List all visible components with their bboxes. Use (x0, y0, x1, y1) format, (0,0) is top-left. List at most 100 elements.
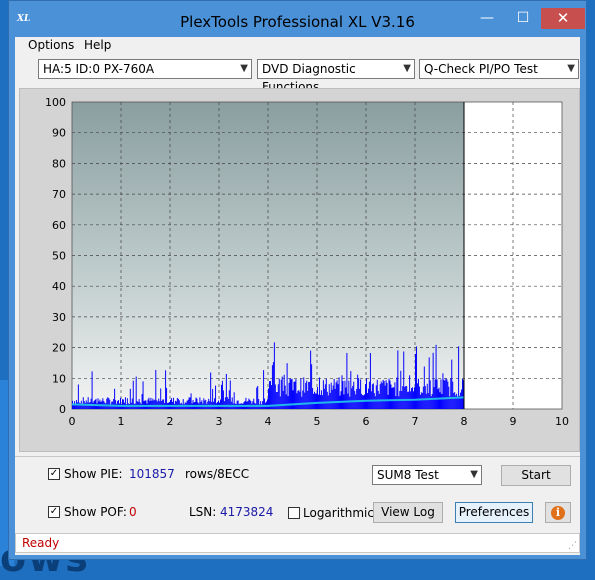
pie-bar (360, 379, 362, 409)
pie-bar (279, 396, 281, 409)
pie-bar (405, 386, 407, 409)
pie-bar (249, 399, 251, 409)
y-tick-label: 0 (59, 403, 66, 416)
status-bar: Ready ⋰ (15, 533, 580, 553)
pie-bar (443, 379, 445, 409)
pie-bar (302, 390, 304, 409)
menu-bar: Options Help (15, 37, 580, 55)
pie-bar (231, 397, 233, 409)
pie-bar (142, 381, 144, 409)
pie-bar (287, 396, 289, 409)
pie-bar (326, 391, 328, 409)
y-tick-label: 70 (52, 188, 66, 201)
pie-bar (330, 382, 332, 409)
pie-bar (182, 399, 184, 409)
info-icon: i (551, 506, 565, 520)
resize-grip-icon[interactable]: ⋰ (568, 541, 577, 551)
status-text: Ready (22, 536, 60, 550)
view-log-button[interactable]: View Log (373, 502, 443, 523)
info-button[interactable]: i (545, 502, 571, 523)
pie-unit: rows/8ECC (185, 467, 250, 481)
pie-bar (153, 400, 155, 409)
pie-bar (162, 399, 164, 409)
pie-bar (447, 381, 449, 409)
drive-select[interactable]: HA:5 ID:0 PX-760A ▼ (38, 59, 252, 79)
title-bar[interactable]: XL PlexTools Professional XL V3.16 — ☐ ✕ (9, 1, 586, 37)
logarithmic-checkbox[interactable] (288, 507, 300, 519)
pie-bar (452, 381, 454, 409)
pie-bar (205, 399, 207, 409)
pie-bar (196, 398, 198, 409)
pie-bar (358, 378, 360, 409)
show-pie-checkbox[interactable]: ✓ (48, 468, 60, 480)
pie-bar (229, 380, 231, 409)
pie-bar (204, 400, 206, 409)
pie-bar (90, 398, 92, 409)
menu-options[interactable]: Options (28, 38, 74, 52)
sum-test-select[interactable]: SUM8 Test ▼ (372, 465, 482, 485)
pie-bar (441, 393, 443, 409)
pie-bar (107, 397, 109, 409)
pie-bar (340, 391, 342, 409)
pie-bar (172, 397, 174, 409)
minimize-button[interactable]: — (473, 8, 501, 29)
start-button[interactable]: Start (501, 465, 571, 486)
function-select[interactable]: DVD Diagnostic Functions ▼ (257, 59, 415, 94)
pie-bar (151, 400, 153, 409)
pie-bar (436, 379, 438, 409)
pie-bar (76, 402, 78, 409)
pie-bar (329, 392, 331, 409)
pie-bar (227, 398, 229, 409)
pie-bar (253, 398, 255, 409)
pie-bar (389, 380, 391, 409)
pie-bar (158, 398, 160, 409)
lsn-label: LSN: (189, 505, 217, 519)
pie-bar (145, 400, 147, 409)
pie-bar (109, 399, 111, 409)
pie-bar (224, 397, 226, 409)
pie-bar (412, 387, 414, 409)
pie-bar (189, 397, 191, 409)
close-button[interactable]: ✕ (541, 8, 585, 29)
pie-bar (395, 396, 397, 409)
pie-bar (195, 397, 197, 409)
pie-bar (245, 397, 247, 409)
maximize-button[interactable]: ☐ (509, 8, 537, 29)
pie-bar (391, 387, 393, 409)
pie-bar (91, 371, 93, 409)
show-poe-label: Show POF: (64, 505, 127, 519)
client-area: Options Help HA:5 ID:0 PX-760A ▼ DVD Dia… (15, 37, 580, 555)
y-axis-ticks: 0 10 20 30 40 50 60 70 80 90 100 (45, 96, 66, 416)
pie-bar (283, 374, 285, 409)
show-poe-checkbox[interactable]: ✓ (48, 506, 60, 518)
pie-bar (152, 398, 154, 409)
menu-help[interactable]: Help (84, 38, 111, 52)
pie-bar (384, 385, 386, 409)
pie-bar (102, 398, 104, 409)
pie-bar (275, 391, 277, 409)
pie-bar (442, 373, 444, 409)
pie-bar (328, 384, 330, 409)
pie-bar (439, 392, 441, 409)
pie-bar (385, 380, 387, 409)
pie-bar (308, 381, 310, 409)
pie-bar (414, 387, 415, 409)
pie-bar (426, 383, 428, 409)
pie-bar (174, 400, 176, 409)
test-select[interactable]: Q-Check PI/PO Test ▼ (419, 59, 579, 79)
pie-bar (312, 388, 314, 409)
pie-bar (324, 384, 326, 409)
pie-bar (372, 383, 374, 409)
pie-bar (357, 374, 359, 409)
pie-bar (427, 393, 429, 409)
pie-bar (335, 382, 337, 409)
pie-bar (210, 372, 212, 409)
pie-bar (446, 379, 448, 409)
pie-bar (297, 390, 299, 409)
pie-bar (404, 387, 406, 409)
preferences-button[interactable]: Preferences (455, 502, 533, 523)
pie-bar (118, 400, 120, 409)
pie-bar (350, 371, 352, 409)
pie-bar (131, 398, 133, 409)
pie-bar (122, 399, 124, 409)
